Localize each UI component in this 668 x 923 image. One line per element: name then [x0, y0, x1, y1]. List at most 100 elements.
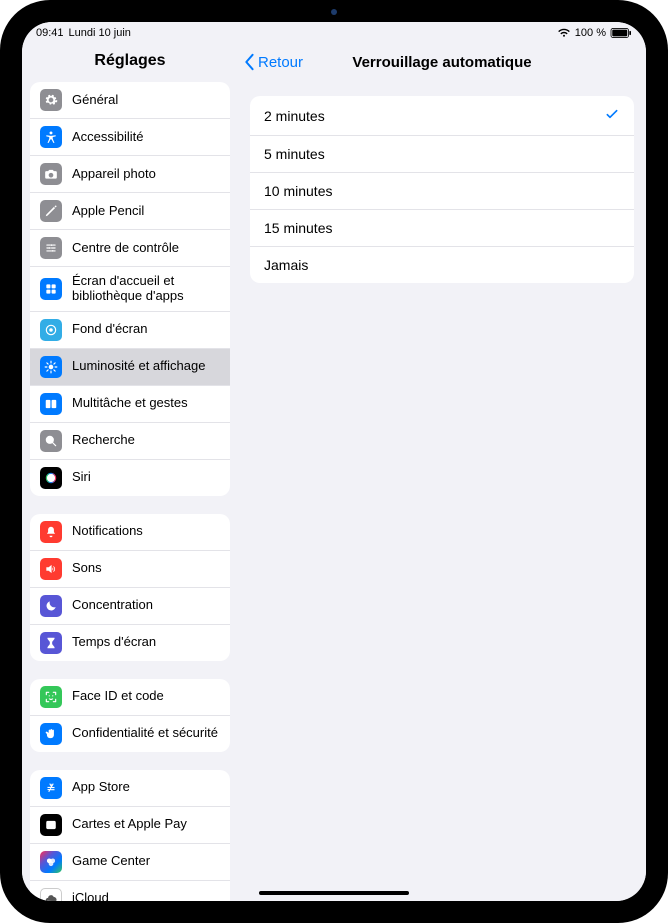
device-frame: 09:41 Lundi 10 juin 100 % Réglages Génér…	[0, 0, 668, 923]
chevron-left-icon	[242, 53, 256, 71]
appstore-icon	[40, 777, 62, 799]
sidebar-item-sound[interactable]: Sons	[30, 550, 230, 587]
sidebar-item-brightness[interactable]: Luminosité et affichage	[30, 348, 230, 385]
sidebar-item-label: Accessibilité	[72, 130, 220, 145]
cloud-icon	[40, 888, 62, 901]
sidebar-item-hourglass[interactable]: Temps d'écran	[30, 624, 230, 661]
sidebar-item-hand[interactable]: Confidentialité et sécurité	[30, 715, 230, 752]
detail-body: 2 minutes 5 minutes 10 minutes 15 minutes Ja…	[238, 80, 646, 283]
autolock-option[interactable]: Jamais	[250, 246, 634, 283]
sidebar-item-bell[interactable]: Notifications	[30, 514, 230, 550]
accessibility-icon	[40, 126, 62, 148]
sidebar-item-gear[interactable]: Général	[30, 82, 230, 118]
faceid-icon	[40, 686, 62, 708]
sidebar-item-label: Appareil photo	[72, 167, 220, 182]
sidebar-group: Général Accessibilité Appareil photo Apple …	[30, 82, 230, 496]
sidebar-item-apps[interactable]: Écran d'accueil et bibliothèque d'apps	[30, 266, 230, 311]
detail-pane: Retour Verrouillage automatique 2 minute…	[238, 44, 646, 901]
sidebar-item-label: iCloud	[72, 891, 220, 901]
sidebar-item-label: Général	[72, 93, 220, 108]
battery-icon	[610, 28, 632, 38]
autolock-option[interactable]: 2 minutes	[250, 96, 634, 135]
sidebar-item-multitask[interactable]: Multitâche et gestes	[30, 385, 230, 422]
hand-icon	[40, 723, 62, 745]
sidebar-item-cloud[interactable]: iCloud	[30, 880, 230, 901]
sidebar-item-label: Multitâche et gestes	[72, 396, 220, 411]
status-left: 09:41 Lundi 10 juin	[36, 27, 131, 39]
sidebar-item-label: Fond d'écran	[72, 322, 220, 337]
sidebar-item-label: Face ID et code	[72, 689, 220, 704]
sidebar-item-moon[interactable]: Concentration	[30, 587, 230, 624]
multitask-icon	[40, 393, 62, 415]
wifi-icon	[557, 28, 571, 38]
sidebar-item-wallet[interactable]: Cartes et Apple Pay	[30, 806, 230, 843]
sidebar-scroll[interactable]: Général Accessibilité Appareil photo Apple …	[22, 82, 238, 901]
sidebar-item-label: Centre de contrôle	[72, 241, 220, 256]
option-group: 2 minutes 5 minutes 10 minutes 15 minutes Ja…	[250, 96, 634, 283]
autolock-option[interactable]: 5 minutes	[250, 135, 634, 172]
sidebar-group: Face ID et code Confidentialité et sécuri…	[30, 679, 230, 752]
moon-icon	[40, 595, 62, 617]
option-label: 2 minutes	[264, 108, 325, 124]
controls-icon	[40, 237, 62, 259]
sidebar-item-label: Confidentialité et sécurité	[72, 726, 220, 741]
home-indicator[interactable]	[259, 891, 409, 895]
sidebar-item-controls[interactable]: Centre de contrôle	[30, 229, 230, 266]
brightness-icon	[40, 356, 62, 378]
sidebar-item-pencil[interactable]: Apple Pencil	[30, 192, 230, 229]
detail-header: Retour Verrouillage automatique	[238, 44, 646, 80]
sidebar-group: Notifications Sons Concentration Temps d'éc…	[30, 514, 230, 661]
option-label: 15 minutes	[264, 220, 332, 236]
bell-icon	[40, 521, 62, 543]
sound-icon	[40, 558, 62, 580]
battery-percent: 100 %	[575, 27, 606, 39]
autolock-option[interactable]: 15 minutes	[250, 209, 634, 246]
sidebar-item-label: App Store	[72, 780, 220, 795]
screen: 09:41 Lundi 10 juin 100 % Réglages Génér…	[22, 22, 646, 901]
sidebar-item-label: Game Center	[72, 854, 220, 869]
camera-dot	[331, 9, 337, 15]
autolock-option[interactable]: 10 minutes	[250, 172, 634, 209]
gear-icon	[40, 89, 62, 111]
sidebar-item-camera[interactable]: Appareil photo	[30, 155, 230, 192]
option-label: 5 minutes	[264, 146, 325, 162]
sidebar-item-label: Recherche	[72, 433, 220, 448]
sidebar-item-accessibility[interactable]: Accessibilité	[30, 118, 230, 155]
apps-icon	[40, 278, 62, 300]
gamecenter-icon	[40, 851, 62, 873]
checkmark-icon	[604, 106, 620, 125]
option-label: Jamais	[264, 257, 308, 273]
siri-icon	[40, 467, 62, 489]
sidebar-group: App Store Cartes et Apple Pay Game Center i…	[30, 770, 230, 901]
wallpaper-icon	[40, 319, 62, 341]
sidebar-item-label: Luminosité et affichage	[72, 359, 220, 374]
sidebar-item-label: Cartes et Apple Pay	[72, 817, 220, 832]
sidebar-item-label: Notifications	[72, 524, 220, 539]
sidebar-item-wallpaper[interactable]: Fond d'écran	[30, 311, 230, 348]
back-button[interactable]: Retour	[242, 53, 303, 71]
sidebar: Réglages Général Accessibilité Appareil ph…	[22, 44, 238, 901]
option-label: 10 minutes	[264, 183, 332, 199]
sidebar-item-siri[interactable]: Siri	[30, 459, 230, 496]
status-right: 100 %	[557, 27, 632, 39]
search-icon	[40, 430, 62, 452]
split-view: Réglages Général Accessibilité Appareil ph…	[22, 44, 646, 901]
sidebar-item-label: Concentration	[72, 598, 220, 613]
status-bar: 09:41 Lundi 10 juin 100 %	[22, 22, 646, 44]
status-date: Lundi 10 juin	[69, 27, 131, 39]
sidebar-title: Réglages	[22, 44, 238, 82]
back-label: Retour	[258, 54, 303, 71]
sidebar-item-search[interactable]: Recherche	[30, 422, 230, 459]
wallet-icon	[40, 814, 62, 836]
detail-title: Verrouillage automatique	[352, 54, 531, 71]
sidebar-item-appstore[interactable]: App Store	[30, 770, 230, 806]
sidebar-item-label: Apple Pencil	[72, 204, 220, 219]
sidebar-item-label: Écran d'accueil et bibliothèque d'apps	[72, 274, 220, 304]
sidebar-item-gamecenter[interactable]: Game Center	[30, 843, 230, 880]
status-time: 09:41	[36, 27, 64, 39]
sidebar-item-faceid[interactable]: Face ID et code	[30, 679, 230, 715]
sidebar-item-label: Temps d'écran	[72, 635, 220, 650]
sidebar-item-label: Sons	[72, 561, 220, 576]
hourglass-icon	[40, 632, 62, 654]
pencil-icon	[40, 200, 62, 222]
